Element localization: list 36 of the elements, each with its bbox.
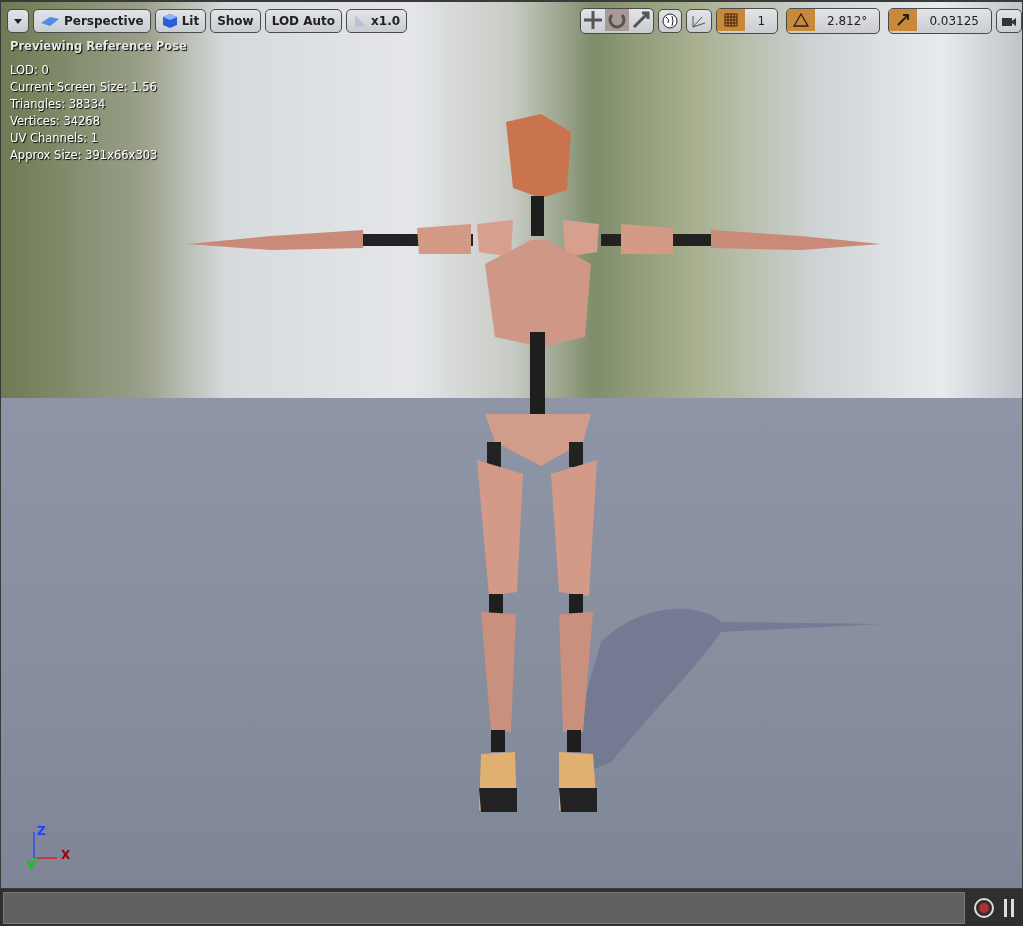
record-button[interactable]	[973, 897, 995, 919]
timeline-track[interactable]	[3, 892, 965, 924]
mesh-stat: Current Screen Size: 1.56	[10, 79, 158, 96]
mesh-stat: LOD: 0	[10, 62, 50, 79]
mesh-stat: Vertices: 34268	[10, 113, 101, 130]
axis-label: Z	[37, 824, 46, 838]
angle-icon	[793, 13, 809, 27]
diagonal-arrow-icon	[896, 13, 911, 27]
world-space-button[interactable]	[658, 9, 683, 33]
axis-label: Y	[27, 859, 36, 873]
axis-label: X	[61, 848, 71, 862]
mesh-stat: Approx Size: 391x66x303	[10, 147, 159, 164]
grid-icon	[724, 13, 739, 27]
camera-speed-button[interactable]	[996, 9, 1022, 33]
options-button[interactable]	[7, 9, 29, 33]
triangle-icon	[353, 14, 368, 28]
view-mode-button[interactable]: Perspective	[33, 9, 151, 33]
scale-snap-toggle[interactable]	[889, 9, 918, 31]
globe-icon	[662, 13, 679, 29]
toolbar-button[interactable]: Show	[210, 9, 261, 33]
surface-snap-button[interactable]	[686, 9, 713, 33]
toolbar-button[interactable]: LOD Auto	[264, 9, 343, 33]
lighting-button[interactable]: Lit	[154, 9, 207, 33]
grid-snap-toggle[interactable]	[717, 9, 746, 31]
viewport[interactable]: Perspective Lit Show LOD Auto x1.0 1 2.812° 0.03125 Previewing Reference Pose LOD: 0 Current Screen Size: 1.56 Triangles: 38334 Vertices: 34268 UV Channels: 1 Approx Size: 391x66x303 Z Y X	[0, 0, 1023, 889]
mesh-stat: UV Channels: 1	[10, 130, 99, 147]
caret-icon	[14, 18, 22, 24]
preview-status: Previewing Reference Pose	[10, 39, 187, 53]
rotate-snap-toggle[interactable]	[787, 9, 815, 31]
pause-button[interactable]	[1003, 897, 1015, 919]
slab-icon	[40, 15, 60, 27]
mesh-stat: Triangles: 38334	[10, 96, 107, 113]
rotate-mode-button[interactable]	[605, 9, 630, 31]
speed-button[interactable]: x1.0	[346, 9, 408, 33]
cube-icon	[161, 13, 178, 29]
camera-icon	[1001, 15, 1017, 27]
